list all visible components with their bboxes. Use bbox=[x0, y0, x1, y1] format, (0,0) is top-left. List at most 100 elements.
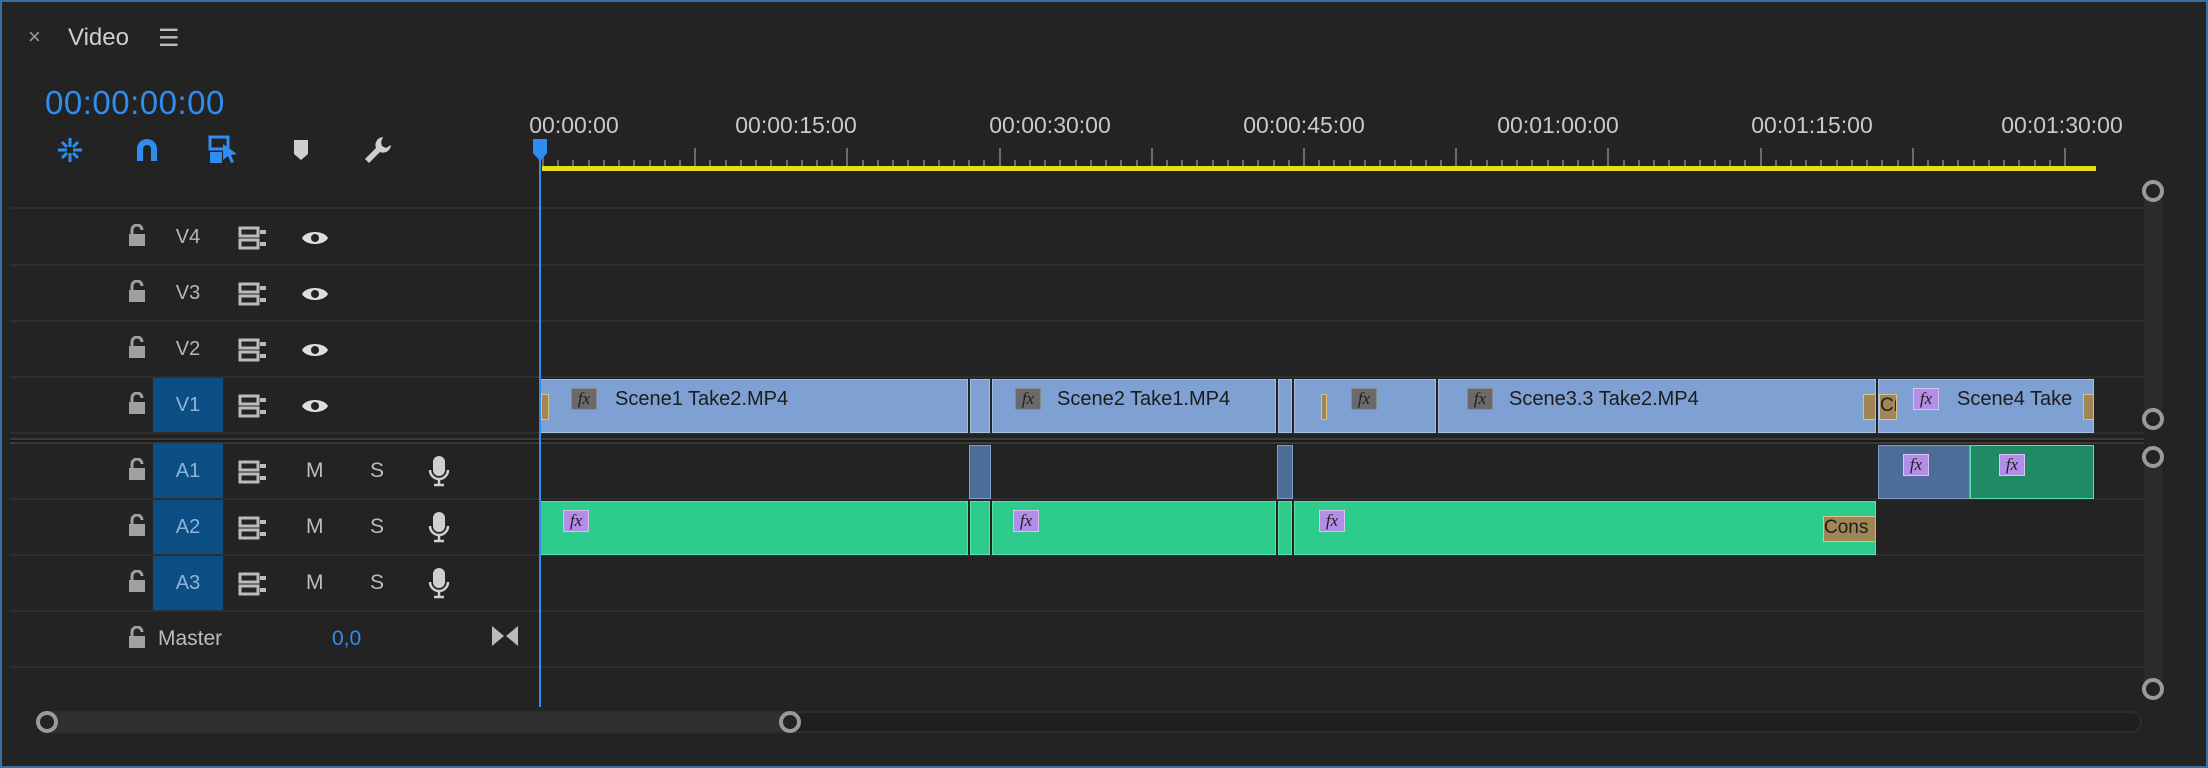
eye-icon[interactable] bbox=[300, 392, 330, 420]
audio-vertical-scrollbar[interactable] bbox=[2144, 454, 2162, 690]
video-clip[interactable]: fx bbox=[1294, 379, 1436, 433]
video-clip[interactable]: Cr fx Scene4 Take bbox=[1878, 379, 2094, 433]
audio-scroll-handle-top[interactable] bbox=[2142, 446, 2164, 468]
lock-icon[interactable] bbox=[126, 336, 148, 360]
video-clip[interactable]: fx Scene2 Take1.MP4 bbox=[992, 379, 1276, 433]
solo-button[interactable]: S bbox=[370, 444, 384, 498]
fx-badge: fx bbox=[1913, 388, 1939, 410]
lock-icon[interactable] bbox=[126, 514, 148, 538]
audio-clip[interactable]: fx bbox=[992, 501, 1276, 555]
linked-selection-icon[interactable] bbox=[206, 132, 242, 168]
lock-icon[interactable] bbox=[126, 570, 148, 594]
sync-lock-icon[interactable] bbox=[238, 458, 268, 486]
solo-button[interactable]: S bbox=[370, 556, 384, 610]
audio-clip[interactable] bbox=[970, 501, 990, 555]
solo-button[interactable]: S bbox=[370, 500, 384, 554]
track-name[interactable]: V4 bbox=[153, 210, 223, 264]
ruler-label: 00:01:00:00 bbox=[1497, 112, 1619, 138]
transition[interactable] bbox=[1321, 394, 1327, 420]
track-a3: A3 M S bbox=[10, 556, 2144, 612]
audio-clip[interactable]: fx bbox=[540, 501, 968, 555]
horizontal-scroll-thumb[interactable] bbox=[46, 713, 790, 731]
eye-icon[interactable] bbox=[300, 336, 330, 364]
clip-label: Scene4 Take bbox=[1957, 388, 2073, 410]
microphone-icon[interactable] bbox=[424, 510, 454, 544]
audio-clip[interactable] bbox=[969, 445, 991, 499]
timeline-settings-icon[interactable] bbox=[360, 132, 396, 168]
video-vertical-scrollbar[interactable] bbox=[2144, 190, 2162, 422]
video-clip[interactable]: fx Scene1 Take2.MP4 bbox=[540, 379, 968, 433]
sync-lock-icon[interactable] bbox=[238, 392, 268, 420]
track-name[interactable]: A1 bbox=[153, 444, 223, 498]
transition[interactable] bbox=[1863, 394, 1875, 420]
video-clip[interactable]: fx Scene3.3 Take2.MP4 bbox=[1438, 379, 1876, 433]
sync-lock-icon[interactable] bbox=[238, 224, 268, 252]
video-clip[interactable] bbox=[1278, 379, 1292, 433]
ruler-label: 00:00:30:00 bbox=[989, 112, 1111, 138]
mute-button[interactable]: M bbox=[306, 500, 324, 554]
collapse-icon[interactable] bbox=[490, 622, 520, 650]
audio-clip[interactable]: fx bbox=[1970, 445, 2094, 499]
lock-icon[interactable] bbox=[126, 392, 148, 416]
transition-cross-short[interactable]: Cr bbox=[1879, 394, 1897, 420]
eye-icon[interactable] bbox=[300, 224, 330, 252]
fx-badge: fx bbox=[571, 388, 597, 410]
video-clip[interactable] bbox=[970, 379, 990, 433]
close-panel-button[interactable]: × bbox=[28, 24, 41, 50]
lock-icon[interactable] bbox=[126, 458, 148, 482]
fx-badge: fx bbox=[1351, 388, 1377, 410]
track-master: Master 0,0 bbox=[10, 612, 2144, 668]
lock-icon[interactable] bbox=[126, 626, 148, 650]
transition[interactable] bbox=[541, 394, 549, 420]
clip-label: Scene2 Take1.MP4 bbox=[1057, 388, 1231, 410]
track-v3: V3 bbox=[10, 266, 2144, 322]
track-name[interactable]: V1 bbox=[153, 378, 223, 432]
ruler-label: 00:01:30:00 bbox=[2001, 112, 2123, 138]
video-scroll-handle-top[interactable] bbox=[2142, 180, 2164, 202]
scroll-zoom-handle-right[interactable] bbox=[779, 711, 801, 733]
master-label: Master bbox=[158, 627, 223, 650]
scroll-zoom-handle-left[interactable] bbox=[36, 711, 58, 733]
add-marker-icon[interactable] bbox=[283, 132, 319, 168]
video-scroll-handle-bottom[interactable] bbox=[2142, 408, 2164, 430]
audio-clip[interactable] bbox=[1277, 445, 1293, 499]
audio-clip[interactable]: fx Cons bbox=[1294, 501, 1876, 555]
track-name[interactable]: A2 bbox=[153, 500, 223, 554]
panel-menu-icon[interactable]: ☰ bbox=[158, 24, 180, 53]
audio-scroll-handle-bottom[interactable] bbox=[2142, 678, 2164, 700]
fx-badge: fx bbox=[1015, 388, 1041, 410]
playhead-line[interactable] bbox=[539, 142, 541, 707]
lock-icon[interactable] bbox=[126, 280, 148, 304]
mute-button[interactable]: M bbox=[306, 556, 324, 610]
transition[interactable] bbox=[2083, 394, 2093, 420]
mute-button[interactable]: M bbox=[306, 444, 324, 498]
clip-label: Scene3.3 Take2.MP4 bbox=[1509, 388, 1699, 410]
microphone-icon[interactable] bbox=[424, 454, 454, 488]
master-volume-value[interactable]: 0,0 bbox=[332, 612, 361, 666]
panel-title: Video bbox=[68, 24, 129, 51]
fx-badge: fx bbox=[1903, 454, 1929, 476]
sync-lock-icon[interactable] bbox=[238, 514, 268, 542]
time-ruler[interactable]: 00:00:00 00:00:15:00 00:00:30:00 00:00:4… bbox=[529, 62, 2144, 170]
track-name[interactable]: A3 bbox=[153, 556, 223, 610]
playhead-timecode[interactable]: 00:00:00:00 bbox=[45, 84, 225, 122]
ruler-label: 00:01:15:00 bbox=[1751, 112, 1873, 138]
transition[interactable] bbox=[1435, 394, 1436, 420]
fx-badge: fx bbox=[1013, 510, 1039, 532]
work-area-bar[interactable] bbox=[542, 166, 2096, 171]
audio-clip[interactable] bbox=[1278, 501, 1292, 555]
track-name[interactable]: V2 bbox=[153, 322, 223, 376]
track-name[interactable]: V3 bbox=[153, 266, 223, 320]
lock-icon[interactable] bbox=[126, 224, 148, 248]
audio-clip[interactable]: fx bbox=[1878, 445, 1970, 499]
nest-sequence-icon[interactable] bbox=[52, 132, 88, 168]
divider bbox=[10, 207, 2144, 209]
sync-lock-icon[interactable] bbox=[238, 570, 268, 598]
eye-icon[interactable] bbox=[300, 280, 330, 308]
sync-lock-icon[interactable] bbox=[238, 336, 268, 364]
sync-lock-icon[interactable] bbox=[238, 280, 268, 308]
snap-icon[interactable] bbox=[129, 132, 165, 168]
microphone-icon[interactable] bbox=[424, 566, 454, 600]
clip-label: Scene1 Take2.MP4 bbox=[615, 388, 789, 410]
transition-constant[interactable]: Cons bbox=[1823, 516, 1875, 542]
